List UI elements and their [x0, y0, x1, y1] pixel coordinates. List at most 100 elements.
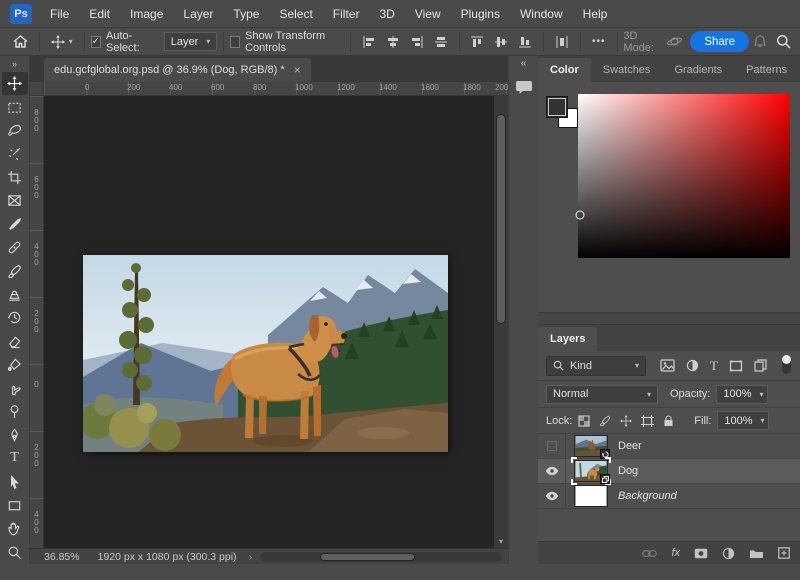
visibility-toggle[interactable] — [538, 434, 566, 458]
tab-color[interactable]: Color — [538, 58, 591, 82]
comments-panel-button[interactable] — [515, 80, 533, 95]
more-options-button[interactable]: ••• — [587, 29, 611, 55]
scroll-down-icon[interactable]: ▾ — [494, 537, 508, 546]
new-layer-icon[interactable] — [778, 547, 790, 559]
lock-pixels-icon[interactable] — [599, 415, 611, 427]
layer-row-dog[interactable]: Dog — [538, 459, 800, 484]
layer-name[interactable]: Background — [618, 490, 677, 502]
tab-swatches[interactable]: Swatches — [591, 58, 663, 82]
foreground-color-swatch[interactable] — [546, 96, 568, 118]
link-layers-icon[interactable] — [642, 549, 657, 558]
filter-smart-objects-icon[interactable] — [754, 359, 767, 372]
auto-select-checkbox[interactable]: ✓ — [91, 36, 101, 48]
tool-eraser[interactable] — [2, 330, 28, 353]
distribute-v-button[interactable] — [550, 29, 574, 55]
lock-all-icon[interactable] — [663, 415, 674, 427]
menu-select[interactable]: Select — [269, 0, 322, 28]
layer-row-deer[interactable]: Deer — [538, 434, 800, 459]
tool-crop[interactable] — [2, 166, 28, 189]
photoshop-logo[interactable]: Ps — [10, 4, 32, 24]
align-right-button[interactable] — [405, 29, 429, 55]
adjustment-layer-icon[interactable] — [722, 547, 735, 560]
distribute-h-button[interactable] — [429, 29, 453, 55]
canvas-viewport[interactable]: 800 600 400 200 0 200 400 — [30, 96, 508, 548]
foreground-background-swatches[interactable] — [546, 96, 582, 132]
document-tab[interactable]: edu.gcfglobal.org.psd @ 36.9% (Dog, RGB/… — [44, 58, 311, 82]
saturation-brightness-picker[interactable] — [578, 94, 790, 258]
tool-brush[interactable] — [2, 259, 28, 282]
filter-type-layers-icon[interactable]: T — [710, 358, 718, 374]
menu-type[interactable]: Type — [223, 0, 269, 28]
layer-row-background[interactable]: Background — [538, 484, 800, 509]
filter-pixel-layers-icon[interactable] — [660, 359, 675, 372]
color-picker-cursor[interactable] — [576, 211, 585, 220]
filter-kind-dropdown[interactable]: Kind ▾ — [546, 356, 646, 376]
filter-shape-layers-icon[interactable] — [729, 360, 743, 372]
document-image[interactable] — [83, 255, 448, 452]
add-mask-icon[interactable] — [694, 548, 708, 559]
tab-gradients[interactable]: Gradients — [662, 58, 734, 82]
layer-thumbnail[interactable] — [574, 435, 608, 457]
fill-dropdown[interactable]: 100% ▾ — [717, 411, 769, 430]
tool-paint-bucket[interactable] — [2, 353, 28, 376]
align-center-h-button[interactable] — [381, 29, 405, 55]
tool-eyedropper[interactable] — [2, 213, 28, 236]
opacity-dropdown[interactable]: 100% ▾ — [716, 385, 768, 404]
tool-zoom[interactable] — [2, 540, 28, 563]
auto-select-target-dropdown[interactable]: Layer ▾ — [164, 32, 218, 51]
tool-path-select[interactable] — [2, 470, 28, 493]
horizontal-scrollbar[interactable] — [260, 552, 502, 562]
menu-image[interactable]: Image — [120, 0, 173, 28]
menu-help[interactable]: Help — [573, 0, 618, 28]
tool-history-brush[interactable] — [2, 306, 28, 329]
move-tool-preset[interactable]: ▾ — [46, 29, 78, 55]
visibility-toggle[interactable] — [538, 459, 566, 483]
tool-magic-wand[interactable] — [2, 142, 28, 165]
close-icon[interactable]: × — [294, 63, 301, 77]
tool-smudge[interactable] — [2, 376, 28, 399]
align-left-button[interactable] — [357, 29, 381, 55]
tool-rectangle[interactable] — [2, 494, 28, 517]
visibility-toggle[interactable] — [538, 484, 566, 508]
tab-layers[interactable]: Layers — [538, 327, 597, 351]
layer-name[interactable]: Dog — [618, 465, 638, 477]
layer-style-button[interactable]: fx — [671, 547, 680, 559]
layer-name[interactable]: Deer — [618, 440, 642, 452]
tool-clone-stamp[interactable] — [2, 283, 28, 306]
notifications-button[interactable] — [749, 29, 771, 55]
home-button[interactable] — [8, 29, 33, 55]
lock-artboard-icon[interactable] — [641, 415, 654, 427]
align-top-button[interactable] — [465, 29, 489, 55]
filter-toggle-switch[interactable] — [782, 357, 791, 374]
ruler-origin-corner[interactable] — [30, 82, 44, 96]
layer-thumbnail[interactable] — [574, 460, 608, 482]
collapse-panels-button[interactable]: « — [521, 56, 527, 72]
tool-type[interactable]: T — [2, 447, 28, 470]
tool-healing-brush[interactable] — [2, 236, 28, 259]
tool-hand[interactable] — [2, 517, 28, 540]
vertical-scrollbar[interactable]: ▾ — [494, 96, 508, 548]
menu-file[interactable]: File — [40, 0, 79, 28]
new-group-icon[interactable] — [749, 548, 764, 559]
status-expand-icon[interactable]: › — [245, 551, 257, 563]
tool-dodge[interactable] — [2, 400, 28, 423]
toolbar-expand-button[interactable]: » — [12, 56, 17, 72]
menu-filter[interactable]: Filter — [323, 0, 370, 28]
show-transform-checkbox[interactable] — [230, 36, 240, 48]
menu-view[interactable]: View — [405, 0, 451, 28]
share-button[interactable]: Share — [690, 31, 749, 52]
lock-position-icon[interactable] — [620, 415, 632, 427]
layer-thumbnail[interactable] — [574, 485, 608, 507]
menu-window[interactable]: Window — [510, 0, 573, 28]
search-button[interactable] — [771, 29, 796, 55]
menu-edit[interactable]: Edit — [79, 0, 120, 28]
menu-layer[interactable]: Layer — [173, 0, 223, 28]
menu-plugins[interactable]: Plugins — [451, 0, 510, 28]
tab-patterns[interactable]: Patterns — [734, 58, 799, 82]
tool-frame[interactable] — [2, 189, 28, 212]
align-middle-button[interactable] — [489, 29, 513, 55]
filter-adjustment-layers-icon[interactable] — [686, 359, 699, 372]
tool-move[interactable] — [2, 72, 28, 95]
tool-lasso[interactable] — [2, 119, 28, 142]
tool-marquee[interactable] — [2, 95, 28, 118]
